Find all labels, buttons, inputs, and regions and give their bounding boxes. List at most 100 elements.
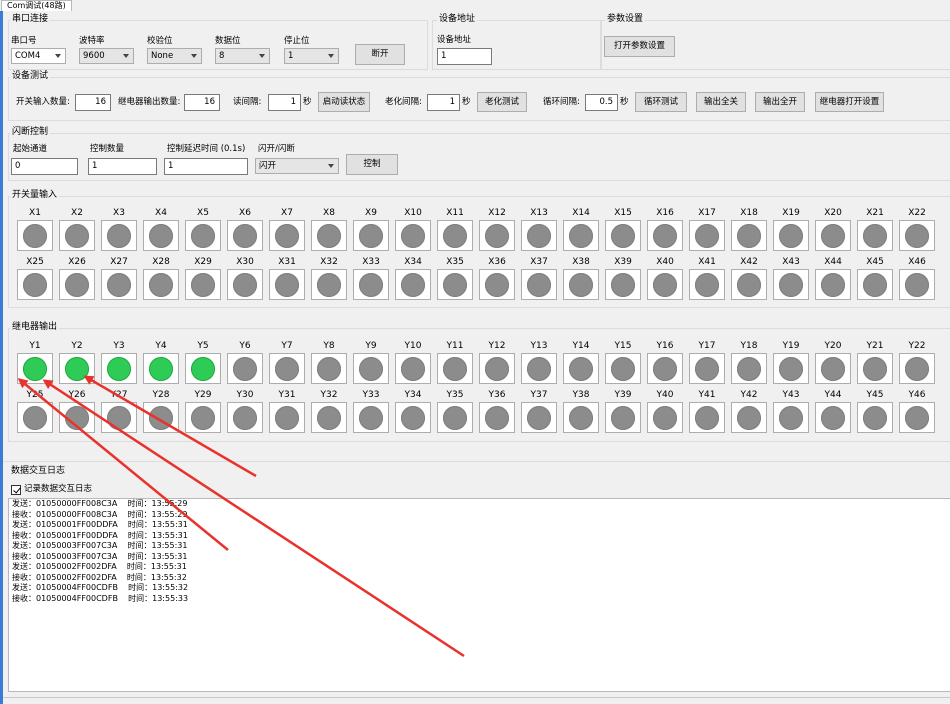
- input-cell-x8[interactable]: [311, 220, 347, 251]
- relay-cell-y1[interactable]: [17, 353, 53, 384]
- input-cell-x22[interactable]: [899, 220, 935, 251]
- input-cell-x33[interactable]: [353, 269, 389, 300]
- relay-cell-y10[interactable]: [395, 353, 431, 384]
- input-cell-x2[interactable]: [59, 220, 95, 251]
- input-cell-x41[interactable]: [689, 269, 725, 300]
- input-cell-x13[interactable]: [521, 220, 557, 251]
- parity-select[interactable]: None: [147, 48, 202, 64]
- relay-cell-y34[interactable]: [395, 402, 431, 433]
- input-cell-x38[interactable]: [563, 269, 599, 300]
- relay-cell-y30[interactable]: [227, 402, 263, 433]
- disconnect-button[interactable]: 断开: [355, 44, 405, 65]
- relay-cell-y35[interactable]: [437, 402, 473, 433]
- relay-cell-y45[interactable]: [857, 402, 893, 433]
- cycle-test-button[interactable]: 循环测试: [635, 92, 687, 112]
- input-cell-x31[interactable]: [269, 269, 305, 300]
- relay-count-field[interactable]: 16: [184, 94, 220, 111]
- relay-cell-y33[interactable]: [353, 402, 389, 433]
- control-count-input[interactable]: 1: [88, 158, 157, 175]
- relay-cell-y29[interactable]: [185, 402, 221, 433]
- input-cell-x9[interactable]: [353, 220, 389, 251]
- input-cell-x30[interactable]: [227, 269, 263, 300]
- relay-cell-y26[interactable]: [59, 402, 95, 433]
- relay-cell-y12[interactable]: [479, 353, 515, 384]
- input-cell-x4[interactable]: [143, 220, 179, 251]
- all-off-button[interactable]: 输出全关: [696, 92, 746, 112]
- input-cell-x20[interactable]: [815, 220, 851, 251]
- input-cell-x7[interactable]: [269, 220, 305, 251]
- input-cell-x34[interactable]: [395, 269, 431, 300]
- relay-cell-y31[interactable]: [269, 402, 305, 433]
- relay-cell-y7[interactable]: [269, 353, 305, 384]
- input-cell-x6[interactable]: [227, 220, 263, 251]
- all-on-button[interactable]: 输出全开: [755, 92, 805, 112]
- input-cell-x25[interactable]: [17, 269, 53, 300]
- input-cell-x36[interactable]: [479, 269, 515, 300]
- input-cell-x16[interactable]: [647, 220, 683, 251]
- input-cell-x5[interactable]: [185, 220, 221, 251]
- input-cell-x28[interactable]: [143, 269, 179, 300]
- relay-cell-y22[interactable]: [899, 353, 935, 384]
- input-cell-x21[interactable]: [857, 220, 893, 251]
- relay-cell-y5[interactable]: [185, 353, 221, 384]
- aging-test-button[interactable]: 老化测试: [477, 92, 527, 112]
- relay-cell-y32[interactable]: [311, 402, 347, 433]
- input-cell-x39[interactable]: [605, 269, 641, 300]
- relay-cell-y42[interactable]: [731, 402, 767, 433]
- input-cell-x42[interactable]: [731, 269, 767, 300]
- input-cell-x10[interactable]: [395, 220, 431, 251]
- relay-cell-y37[interactable]: [521, 402, 557, 433]
- relay-cell-y2[interactable]: [59, 353, 95, 384]
- baud-select[interactable]: 9600: [79, 48, 134, 64]
- input-cell-x27[interactable]: [101, 269, 137, 300]
- relay-cell-y13[interactable]: [521, 353, 557, 384]
- databits-select[interactable]: 8: [215, 48, 270, 64]
- relay-cell-y18[interactable]: [731, 353, 767, 384]
- relay-cell-y39[interactable]: [605, 402, 641, 433]
- input-cell-x44[interactable]: [815, 269, 851, 300]
- relay-cell-y11[interactable]: [437, 353, 473, 384]
- input-cell-x37[interactable]: [521, 269, 557, 300]
- relay-cell-y20[interactable]: [815, 353, 851, 384]
- relay-cell-y21[interactable]: [857, 353, 893, 384]
- relay-cell-y25[interactable]: [17, 402, 53, 433]
- relay-cell-y9[interactable]: [353, 353, 389, 384]
- relay-cell-y14[interactable]: [563, 353, 599, 384]
- record-log-checkbox[interactable]: [11, 485, 21, 495]
- relay-open-settings-button[interactable]: 继电器打开设置: [815, 92, 884, 112]
- input-cell-x1[interactable]: [17, 220, 53, 251]
- tab-com-debug[interactable]: Com调试(48路): [1, 0, 72, 11]
- relay-cell-y17[interactable]: [689, 353, 725, 384]
- input-cell-x29[interactable]: [185, 269, 221, 300]
- relay-cell-y15[interactable]: [605, 353, 641, 384]
- relay-cell-y6[interactable]: [227, 353, 263, 384]
- input-cell-x18[interactable]: [731, 220, 767, 251]
- relay-cell-y41[interactable]: [689, 402, 725, 433]
- input-cell-x43[interactable]: [773, 269, 809, 300]
- cycle-interval-field[interactable]: 0.5: [585, 94, 618, 111]
- relay-cell-y3[interactable]: [101, 353, 137, 384]
- input-cell-x32[interactable]: [311, 269, 347, 300]
- input-cell-x19[interactable]: [773, 220, 809, 251]
- input-count-field[interactable]: 16: [75, 94, 111, 111]
- device-address-input[interactable]: 1: [437, 48, 492, 65]
- input-cell-x45[interactable]: [857, 269, 893, 300]
- relay-cell-y46[interactable]: [899, 402, 935, 433]
- open-params-button[interactable]: 打开参数设置: [604, 36, 675, 57]
- relay-cell-y43[interactable]: [773, 402, 809, 433]
- relay-cell-y8[interactable]: [311, 353, 347, 384]
- input-cell-x14[interactable]: [563, 220, 599, 251]
- relay-cell-y36[interactable]: [479, 402, 515, 433]
- flash-mode-select[interactable]: 闪开: [255, 158, 339, 174]
- read-interval-field[interactable]: 1: [268, 94, 301, 111]
- relay-cell-y27[interactable]: [101, 402, 137, 433]
- input-cell-x3[interactable]: [101, 220, 137, 251]
- input-cell-x12[interactable]: [479, 220, 515, 251]
- relay-cell-y4[interactable]: [143, 353, 179, 384]
- input-cell-x46[interactable]: [899, 269, 935, 300]
- input-cell-x15[interactable]: [605, 220, 641, 251]
- input-cell-x40[interactable]: [647, 269, 683, 300]
- input-cell-x17[interactable]: [689, 220, 725, 251]
- log-textbox[interactable]: 发送：01050000FF008C3A 时间：13:55:29 接收：010500…: [8, 498, 950, 692]
- input-cell-x11[interactable]: [437, 220, 473, 251]
